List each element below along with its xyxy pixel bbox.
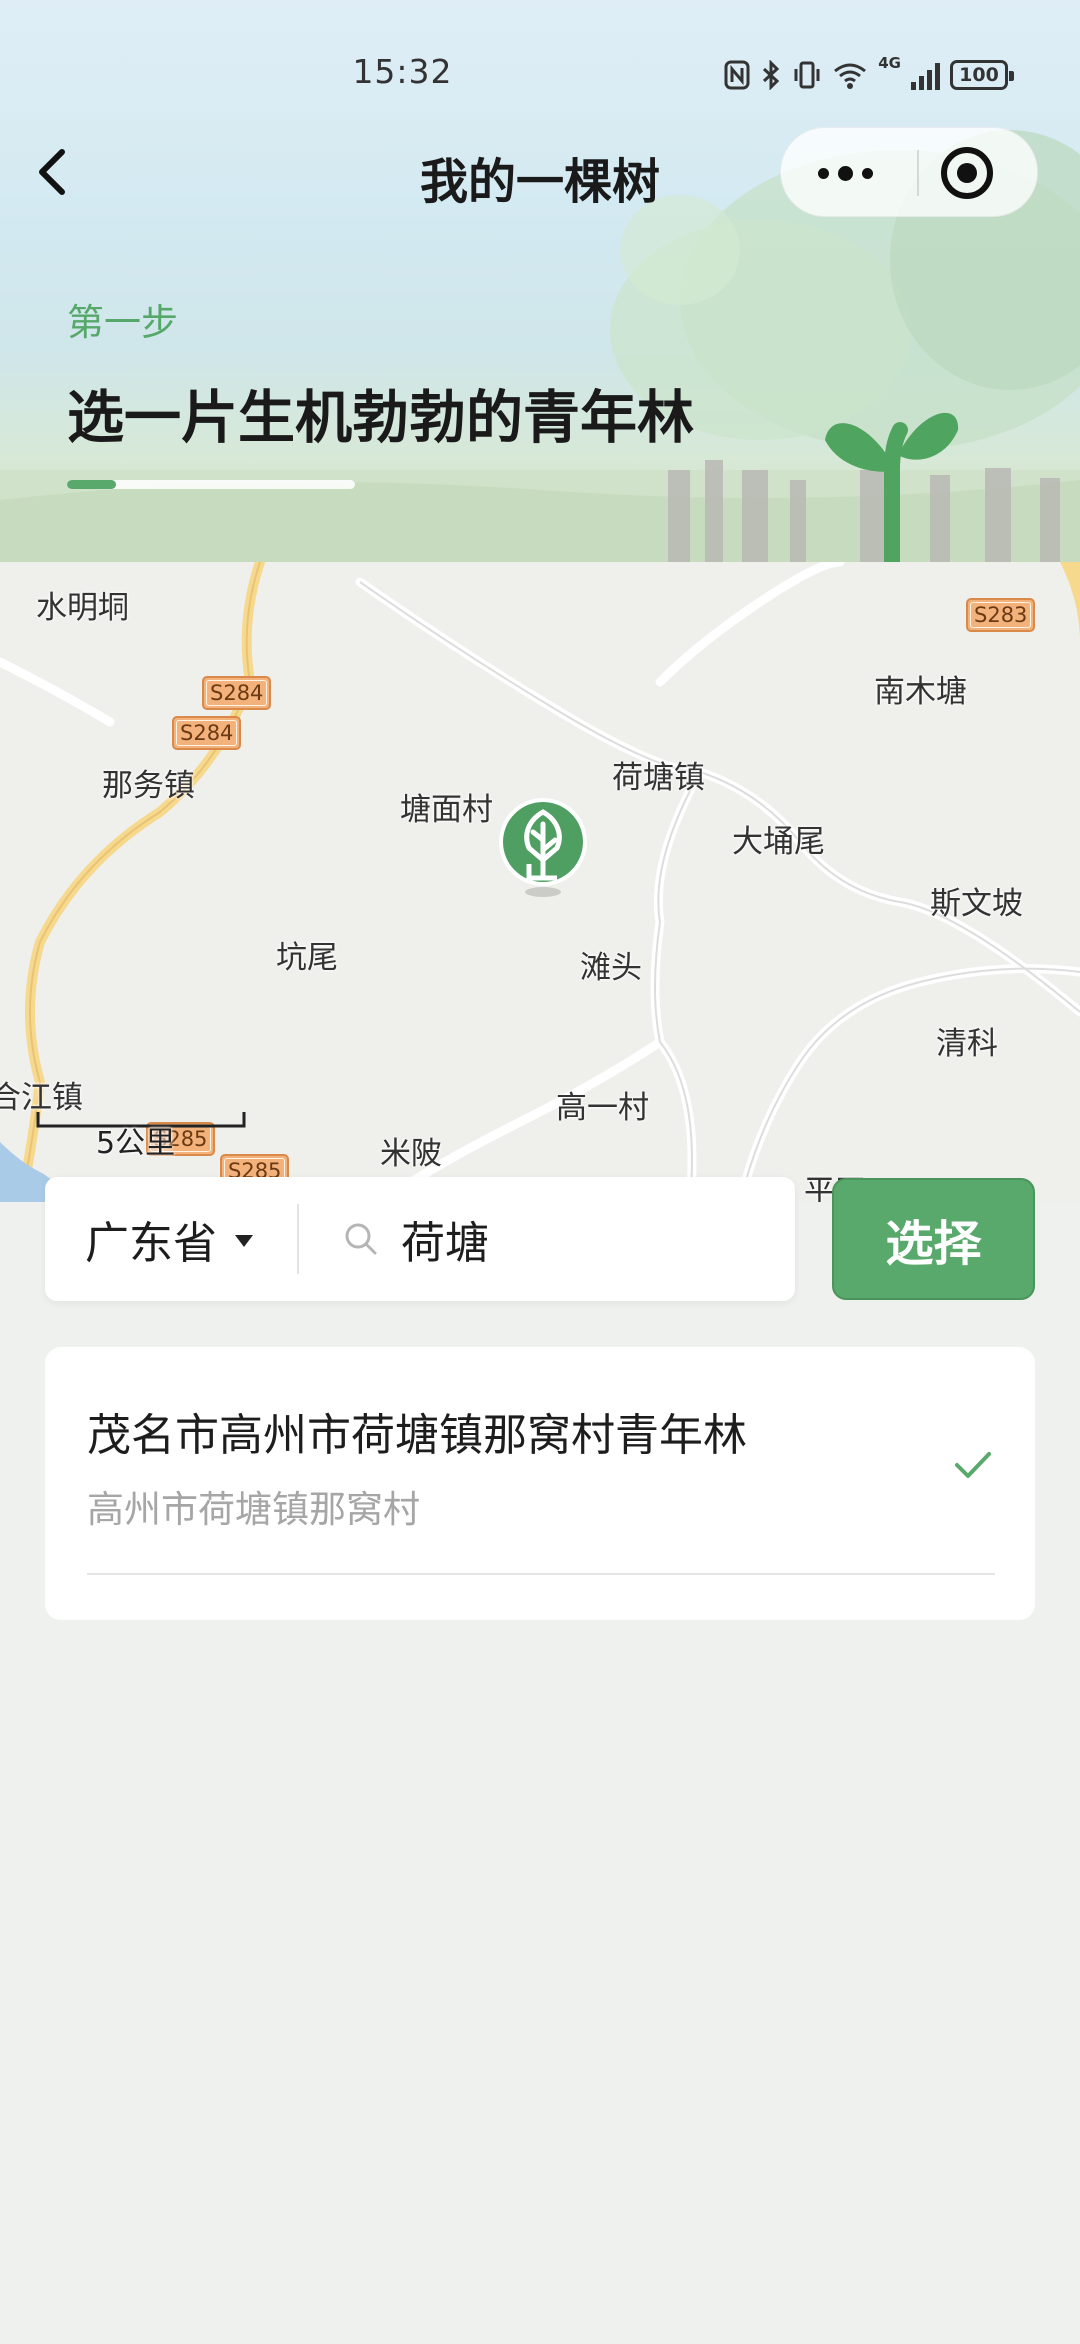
search-icon bbox=[345, 1223, 377, 1255]
network-type: 4G bbox=[878, 54, 901, 72]
result-title: 茂名市高州市荷塘镇那窝村青年林 bbox=[87, 1410, 747, 1461]
status-bar: 15:32 4G 100 bbox=[0, 40, 1080, 110]
map-place: 斯文坡 bbox=[930, 886, 1023, 922]
map-place: 南木塘 bbox=[874, 674, 967, 710]
map-place: 米陂 bbox=[380, 1136, 442, 1172]
result-list: 茂名市高州市荷塘镇那窝村青年林 高州市荷塘镇那窝村 bbox=[45, 1347, 1035, 1620]
result-subtitle: 高州市荷塘镇那窝村 bbox=[87, 1488, 420, 1531]
more-icon-dot bbox=[861, 167, 873, 179]
search-input[interactable] bbox=[401, 1199, 771, 1279]
status-icons: 4G 100 bbox=[724, 54, 1014, 94]
step-progress bbox=[67, 480, 355, 489]
province-selector[interactable]: 广东省 bbox=[85, 1177, 253, 1301]
choose-button[interactable]: 选择 bbox=[832, 1178, 1035, 1300]
status-time: 15:32 bbox=[352, 52, 453, 91]
vibrate-icon bbox=[794, 61, 820, 89]
signal-icon bbox=[911, 60, 940, 90]
map-place: 荷塘镇 bbox=[612, 760, 705, 796]
nfc-icon bbox=[724, 60, 750, 90]
map-place: 清科 bbox=[936, 1026, 998, 1062]
forest-location-marker[interactable] bbox=[497, 794, 589, 898]
close-miniprogram-icon[interactable] bbox=[941, 147, 993, 199]
map-place: 坑尾 bbox=[276, 940, 338, 976]
map-scale-label: 5公里 bbox=[96, 1126, 176, 1161]
more-options-button[interactable] bbox=[781, 128, 909, 218]
province-label: 广东省 bbox=[85, 1218, 217, 1269]
result-divider bbox=[87, 1573, 995, 1575]
road-shield: S284 bbox=[202, 676, 272, 710]
map-place: 高一村 bbox=[556, 1090, 649, 1126]
check-icon bbox=[955, 1452, 991, 1478]
miniprogram-capsule bbox=[780, 127, 1038, 217]
step-label: 第一步 bbox=[67, 301, 178, 344]
map-place: 大埇尾 bbox=[732, 824, 825, 860]
more-icon bbox=[817, 167, 829, 179]
road-shield: S283 bbox=[966, 598, 1036, 632]
more-icon-dot bbox=[837, 165, 853, 181]
map-place: 水明垌 bbox=[36, 590, 129, 626]
capsule-divider bbox=[917, 150, 919, 196]
search-divider bbox=[297, 1204, 299, 1274]
step-progress-fill bbox=[67, 480, 116, 489]
chevron-down-icon bbox=[235, 1235, 253, 1247]
step-title: 选一片生机勃勃的青年林 bbox=[67, 385, 694, 451]
map-place: 那务镇 bbox=[102, 768, 195, 804]
bluetooth-icon bbox=[763, 60, 780, 90]
road-shield: S284 bbox=[172, 716, 242, 750]
map-place: 滩头 bbox=[580, 950, 642, 986]
map-view[interactable]: 水明垌 那务镇 塘面村 荷塘镇 大埇尾 南木塘 斯文坡 坑尾 滩头 清科 合江镇… bbox=[0, 562, 1080, 1202]
wifi-icon bbox=[834, 63, 867, 89]
search-bar: 广东省 bbox=[45, 1177, 795, 1301]
battery-icon: 100 bbox=[950, 60, 1014, 90]
list-item[interactable]: 茂名市高州市荷塘镇那窝村青年林 高州市荷塘镇那窝村 bbox=[87, 1347, 995, 1575]
map-place: 塘面村 bbox=[400, 792, 493, 828]
